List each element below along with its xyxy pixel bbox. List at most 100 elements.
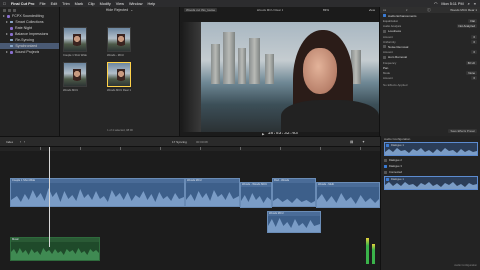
audio-channel-row[interactable]: Dialogue 3 bbox=[384, 164, 478, 169]
clip-label: Woods MCU Rear 1 bbox=[107, 89, 131, 92]
timeline-connected-clip[interactable]: Woods MCU bbox=[267, 211, 321, 233]
audio-channel-row[interactable]: Dialogue 1 bbox=[384, 142, 478, 156]
audio-configuration-panel: Audio Configuration Dialogue 1 Dialogue … bbox=[380, 136, 480, 270]
sidebar-item-sound-projects[interactable]: Sound Projects bbox=[0, 49, 59, 55]
wifi-icon[interactable]: ◠ bbox=[434, 1, 437, 6]
back-arrow-icon[interactable]: ‹ bbox=[20, 140, 21, 144]
menu-modify[interactable]: Modify bbox=[100, 2, 111, 6]
titles-icon[interactable] bbox=[13, 8, 16, 12]
menu-clip[interactable]: Clip bbox=[88, 2, 95, 6]
disclosure-icon[interactable] bbox=[6, 51, 8, 53]
timeline-clip[interactable]: Woods - Woods MCU bbox=[240, 182, 272, 208]
library-icon bbox=[7, 14, 10, 18]
library-icon[interactable] bbox=[3, 8, 6, 12]
person-icon bbox=[117, 34, 125, 48]
disclosure-icon[interactable] bbox=[6, 21, 8, 23]
ruler-tick bbox=[320, 147, 321, 150]
menu-file[interactable]: File bbox=[39, 2, 45, 6]
menu-window[interactable]: Window bbox=[129, 2, 143, 6]
menu-view[interactable]: View bbox=[116, 2, 124, 6]
row-value-popup[interactable]: 60 Hz bbox=[465, 60, 477, 65]
section-label: Hum Removal bbox=[388, 55, 408, 60]
checkbox[interactable] bbox=[384, 159, 387, 162]
zoom-popup[interactable]: 83% bbox=[323, 8, 329, 12]
audio-meter-left bbox=[366, 238, 369, 264]
playhead[interactable] bbox=[49, 147, 50, 247]
disclosure-icon[interactable] bbox=[6, 33, 8, 35]
checkbox[interactable] bbox=[383, 55, 386, 59]
row-label: Equalization bbox=[383, 19, 399, 23]
timeline-clip[interactable]: Woods MCU bbox=[185, 178, 240, 207]
viewer-title-left: Woods cut this_louise bbox=[184, 8, 218, 12]
sidebar-item-label: Sound Projects bbox=[15, 50, 40, 54]
ruler-tick bbox=[200, 147, 201, 150]
audio-channel-row[interactable]: Dialogue 2 bbox=[384, 158, 478, 163]
menu-help[interactable]: Help bbox=[147, 2, 155, 6]
checkbox[interactable] bbox=[384, 165, 387, 168]
clip-thumbnail[interactable] bbox=[63, 27, 87, 52]
disclosure-icon[interactable] bbox=[3, 15, 5, 17]
timeline-clip[interactable]: Couple 1 Shot Wide bbox=[10, 178, 185, 207]
menu-app[interactable]: Final Cut Pro bbox=[11, 2, 35, 6]
view-popup[interactable]: View bbox=[369, 8, 375, 12]
browser-panel: Hide Rejected ⌄ Couple 1 Shot Wide Woods… bbox=[60, 7, 180, 136]
ruler-tick bbox=[80, 147, 81, 150]
section-label: Loudness bbox=[388, 29, 402, 34]
inspector-panel: ▭ ♪ ⓘ Woods MCU Rear 1 Audio Enhancement… bbox=[380, 7, 480, 136]
filter-popup[interactable]: Hide Rejected bbox=[106, 8, 129, 12]
channel-label: Dialogue 3 bbox=[389, 165, 402, 168]
audio-waveform bbox=[268, 218, 320, 232]
browser-header: Hide Rejected ⌄ bbox=[60, 7, 179, 13]
checkbox[interactable] bbox=[383, 29, 386, 33]
row-value-popup[interactable]: Flat bbox=[468, 19, 477, 23]
checkbox[interactable] bbox=[383, 14, 386, 18]
clip-thumbnail[interactable] bbox=[107, 27, 131, 52]
menu-edit[interactable]: Edit bbox=[51, 2, 58, 6]
row-value-slider[interactable]: 0 bbox=[471, 34, 477, 39]
row-value-slider[interactable]: 0 bbox=[471, 39, 477, 44]
menu-mark[interactable]: Mark bbox=[75, 2, 83, 6]
row-value[interactable]: Not Analyzed bbox=[456, 24, 477, 28]
sidebar-item-label: FCPX Soundediting bbox=[12, 14, 44, 18]
forward-arrow-icon[interactable]: › bbox=[24, 140, 25, 144]
row-value-slider[interactable]: 0 bbox=[471, 50, 477, 54]
ruler-tick bbox=[280, 147, 281, 150]
row-value-slider[interactable]: 0 bbox=[471, 76, 477, 80]
clock[interactable]: Mon 5:11 PM bbox=[441, 2, 463, 6]
sidebar-item-label: Balance Impressions bbox=[15, 32, 49, 36]
index-button[interactable]: Index bbox=[6, 140, 13, 144]
ruler-tick bbox=[120, 147, 121, 150]
clip-thumbnail-selected[interactable] bbox=[107, 62, 131, 87]
clip-appearance-icon[interactable]: ▤ bbox=[350, 140, 353, 144]
audio-channel-row[interactable]: Connected bbox=[384, 170, 478, 175]
play-icon[interactable]: ▶ bbox=[262, 132, 264, 136]
timeline-clip[interactable]: Woods - Multi bbox=[316, 182, 380, 208]
timeline-toolbar: Index ‹ › 17 Syncing 00:00:08 ▤ ✦ bbox=[0, 136, 380, 147]
clip-thumbnail[interactable] bbox=[63, 62, 87, 87]
search-icon[interactable]: ⌕ bbox=[468, 2, 470, 6]
project-name[interactable]: 17 Syncing bbox=[172, 140, 187, 144]
event-icon bbox=[10, 26, 13, 30]
photos-icon[interactable] bbox=[8, 8, 11, 12]
chevron-down-icon[interactable]: ⌄ bbox=[130, 8, 133, 12]
list-icon[interactable]: ≡ bbox=[474, 2, 476, 6]
row-value-popup[interactable]: None bbox=[466, 71, 477, 75]
audio-meter-right bbox=[372, 244, 375, 264]
timeline-audio-clip[interactable]: Music bbox=[10, 237, 100, 261]
menu-trim[interactable]: Trim bbox=[62, 2, 69, 6]
keyword-icon bbox=[10, 38, 14, 42]
save-preset-button[interactable]: Save Effects Preset bbox=[448, 129, 477, 133]
video-inspector-icon[interactable]: ▭ bbox=[383, 8, 386, 12]
checkbox[interactable] bbox=[384, 171, 387, 174]
foreground-person bbox=[181, 22, 201, 132]
audio-channel-row[interactable]: Dialogue 1 bbox=[384, 176, 478, 190]
channel-label: Dialogue 2 bbox=[389, 159, 402, 162]
effects-icon[interactable]: ✦ bbox=[362, 140, 365, 144]
info-inspector-icon[interactable]: ⓘ bbox=[427, 8, 431, 13]
apple-icon[interactable]:  bbox=[3, 2, 6, 6]
sidebar-item-label: Smart Collections bbox=[15, 20, 44, 24]
checkbox[interactable] bbox=[383, 45, 386, 49]
audio-inspector-icon[interactable]: ♪ bbox=[406, 8, 408, 12]
timeline-ruler[interactable] bbox=[0, 147, 380, 151]
timeline-clip[interactable]: Rod - Woods bbox=[272, 178, 316, 207]
